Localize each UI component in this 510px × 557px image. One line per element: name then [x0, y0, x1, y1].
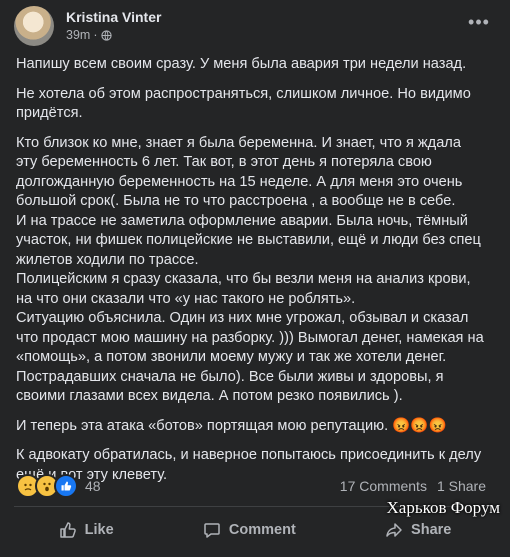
- comments-count-link[interactable]: 17 Comments: [340, 478, 427, 494]
- comment-button[interactable]: Comment: [193, 515, 306, 545]
- shares-count-link[interactable]: 1 Share: [437, 478, 486, 494]
- comment-label: Comment: [228, 522, 296, 538]
- share-button[interactable]: Share: [375, 515, 461, 545]
- post-paragraph: Кто близок ко мне, знает я была беременн…: [16, 134, 484, 405]
- reaction-summary[interactable]: 48: [16, 474, 101, 498]
- watermark: Харьков Форум: [386, 498, 501, 517]
- author-name[interactable]: Kristina Vinter: [66, 9, 161, 25]
- post-meta: 39m ·: [66, 28, 112, 42]
- post-header: Kristina Vinter 39m · •••: [14, 6, 496, 46]
- post-text: Напишу всем своим сразу. У меня была ава…: [16, 55, 486, 495]
- facebook-post: Kristina Vinter 39m · ••• Напишу всем св…: [0, 0, 510, 557]
- share-label: Share: [411, 522, 452, 538]
- engagement-stats: 17 Comments 1 Share: [340, 478, 486, 494]
- post-time[interactable]: 39m: [66, 28, 90, 42]
- like-button[interactable]: Like: [49, 515, 124, 545]
- avatar[interactable]: [14, 6, 54, 46]
- share-icon: [386, 523, 402, 537]
- post-paragraph: Не хотела об этом распространяться, слиш…: [16, 85, 471, 122]
- thumbs-up-icon: [59, 522, 76, 538]
- globe-icon: [100, 29, 112, 41]
- like-reaction-icon: [54, 474, 78, 498]
- comment-icon: [204, 523, 220, 538]
- post-paragraph: И теперь эта атака «ботов» портящая мою …: [16, 417, 447, 434]
- like-label: Like: [84, 522, 114, 538]
- reaction-count: 48: [85, 478, 101, 494]
- more-options-icon[interactable]: •••: [464, 13, 494, 36]
- post-paragraph: Напишу всем своим сразу. У меня была ава…: [16, 56, 467, 72]
